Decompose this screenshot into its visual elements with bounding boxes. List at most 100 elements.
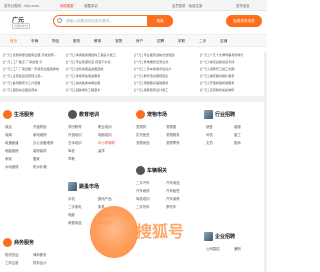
nav-item[interactable]: 店铺 xyxy=(220,39,227,44)
category-link[interactable]: 手机 xyxy=(68,196,75,201)
list-item[interactable]: [广元] 招聘普工技工长期 xyxy=(200,66,262,73)
list-item[interactable]: [广元] 家电维修空调清洗 xyxy=(134,59,198,66)
post-free-button[interactable]: 免费发布信息 xyxy=(226,15,262,27)
favorite-link[interactable]: 收藏本站 xyxy=(84,3,98,8)
category-link[interactable]: 电脑维修 xyxy=(5,148,19,153)
list-item[interactable]: [广元] 工厂搬迁 厂房出租 可 xyxy=(3,59,63,66)
list-item[interactable]: [广元] 优质房屋出租房出租 高效建筑... xyxy=(3,52,63,59)
category-title[interactable]: 宠物市场 xyxy=(147,111,167,118)
category-link[interactable]: 花鸟鱼虫 xyxy=(136,132,150,137)
category-link[interactable]: 留学 xyxy=(98,148,105,153)
login-register-link[interactable]: 会员登录 · 免费注册 xyxy=(172,3,202,8)
category-link[interactable]: 文员 xyxy=(206,140,213,145)
list-item[interactable]: [广元] 提供各类车辆出租 xyxy=(66,80,132,87)
list-item[interactable]: [广元] 二手车收购评估过户 xyxy=(134,66,198,73)
hot-link[interactable]: 网络客服 · xyxy=(60,3,76,8)
switch-city-link[interactable]: [切换城市] xyxy=(12,23,31,29)
category-link[interactable]: 兼职 xyxy=(234,246,241,251)
category-link[interactable]: 公司直招 xyxy=(206,246,220,251)
post-info-link[interactable]: 发布信息 xyxy=(236,3,250,8)
category-link[interactable]: 办公设备维修 xyxy=(33,140,53,145)
list-item[interactable]: [广元] 承接家政保洁服务 xyxy=(66,73,132,80)
category-title[interactable]: 行业招聘 xyxy=(215,111,235,118)
list-item[interactable]: [广元] 物流运输货运专线 xyxy=(200,59,262,66)
list-item[interactable]: [广元] 空调移机加氟维修 xyxy=(200,87,262,94)
nav-item[interactable]: 房产 xyxy=(136,39,143,44)
category-link[interactable]: 电脑 xyxy=(68,212,75,217)
category-link[interactable]: 宠物狗 xyxy=(136,124,146,129)
list-item[interactable]: [广元] 婚庆策划婚礼服务 xyxy=(200,73,262,80)
category-link[interactable]: 职业培训 xyxy=(98,124,112,129)
list-item[interactable]: [广元] 专业疏通管道 疏通下水道 xyxy=(66,59,132,66)
nav-item[interactable]: 二手 xyxy=(199,39,206,44)
category-link[interactable]: 汽车用品 xyxy=(166,180,180,185)
category-link[interactable]: 销售 xyxy=(206,124,213,129)
nav-item[interactable]: 服务 xyxy=(73,39,80,44)
category-link[interactable]: 保洁 xyxy=(5,124,12,129)
list-item[interactable]: [广元] 各项服务为工户送餐 xyxy=(3,80,63,87)
category-link[interactable]: 水电维修 xyxy=(5,164,19,169)
nav-item[interactable]: 首页 xyxy=(10,39,17,44)
category-link[interactable]: 中小学辅导 xyxy=(98,140,115,145)
nav-item[interactable]: 教育 xyxy=(94,39,101,44)
search-button[interactable]: 搜索 xyxy=(147,14,173,27)
category-link[interactable]: 驾校培训 xyxy=(136,196,150,201)
category-link[interactable]: 保姆 xyxy=(5,132,12,137)
nav-item[interactable]: 车辆 xyxy=(31,39,38,44)
category-link[interactable]: 汽车租赁 xyxy=(166,188,180,193)
list-item[interactable]: [广元] 专业搬家运输长途短途 xyxy=(134,52,198,59)
list-item[interactable]: [广元] 广元十大律师事务所排行 xyxy=(200,52,262,59)
category-link[interactable]: 开锁修锁 xyxy=(33,124,47,129)
nav-item[interactable]: 宠物 xyxy=(115,39,122,44)
category-title[interactable]: 企业招聘 xyxy=(215,233,235,240)
list-item[interactable]: [广元] 教育培训辅导招生 xyxy=(134,73,198,80)
search-box[interactable]: 请输入你要找的信息关键词... 搜索 xyxy=(53,14,173,27)
list-item[interactable]: [广元] 面包车出租运营车 xyxy=(3,87,63,94)
list-item[interactable]: [广元] 房屋装修设计施工 xyxy=(134,87,198,94)
category-title[interactable]: 车辆相关 xyxy=(147,167,167,174)
nav-item[interactable]: 招聘 xyxy=(157,39,164,44)
site-name[interactable]: 浙东分类网 - tkjx.com xyxy=(4,3,39,8)
nav-item[interactable]: 物品 xyxy=(52,39,59,44)
category-link[interactable]: 驾校 xyxy=(68,148,75,153)
category-link[interactable]: 宠物寄养 xyxy=(166,140,180,145)
category-link[interactable]: 家政 xyxy=(5,156,12,161)
category-link[interactable]: 电脑培训 xyxy=(98,132,112,137)
category-title[interactable]: 生活服务 xyxy=(14,111,34,118)
list-item[interactable]: [广元] 工厂厂房出租一手房源出租选择地 xyxy=(3,66,63,73)
category-title[interactable]: 商务服务 xyxy=(14,239,34,246)
category-link[interactable]: 律师服务 xyxy=(33,252,47,257)
category-link[interactable]: 客服 xyxy=(234,124,241,129)
list-item[interactable]: [广元] 主营饭店经营转让选... xyxy=(3,73,63,80)
category-link[interactable]: 家电维修 xyxy=(33,132,47,137)
category-link[interactable]: 二手货车 xyxy=(136,204,150,209)
category-title[interactable]: 跳蚤市场 xyxy=(79,183,99,190)
category-link[interactable]: 艺术培训 xyxy=(68,140,82,145)
category-link[interactable]: 数码产品 xyxy=(98,196,112,201)
scrollbar[interactable] xyxy=(264,52,267,272)
nav-item[interactable]: 求职 xyxy=(178,39,185,44)
list-item[interactable]: [广元] 开锁换锁修锁服务 xyxy=(200,80,262,87)
category-link[interactable]: 宠物用品 xyxy=(136,140,150,145)
search-input[interactable]: 请输入你要找的信息关键词... xyxy=(66,19,113,24)
category-link[interactable]: 二手家电 xyxy=(68,204,82,209)
category-link[interactable]: 疏通管道 xyxy=(5,140,19,145)
category-link[interactable]: 母婴用品 xyxy=(68,220,82,225)
category-link[interactable]: 厨师 xyxy=(234,140,241,145)
category-link[interactable]: 早教 xyxy=(68,156,75,161)
category-link[interactable]: 二手汽车 xyxy=(136,180,150,185)
category-link[interactable]: 搬家 xyxy=(33,156,40,161)
list-item[interactable]: [广元] 承接各类钢结构工程设计施工 xyxy=(66,52,132,59)
category-link[interactable]: 汽车保养 xyxy=(166,196,180,201)
list-item[interactable]: [广元] 出售收废品金属回收 xyxy=(66,66,132,73)
category-link[interactable]: 汽车维修 xyxy=(136,188,150,193)
category-link[interactable]: 摩托车 xyxy=(166,204,176,209)
category-link[interactable]: 宠物服务 xyxy=(166,132,180,137)
category-link[interactable]: 装修装饰 xyxy=(33,148,47,153)
category-link[interactable]: 物流货运 xyxy=(5,252,19,257)
category-link[interactable]: 外语培训 xyxy=(68,132,82,137)
category-link[interactable]: 司机 xyxy=(206,132,213,137)
category-title[interactable]: 教育培训 xyxy=(79,111,99,118)
list-item[interactable]: [广元] 宠物寄养美容服务 xyxy=(134,80,198,87)
category-link[interactable]: 学历教育 xyxy=(68,124,82,129)
